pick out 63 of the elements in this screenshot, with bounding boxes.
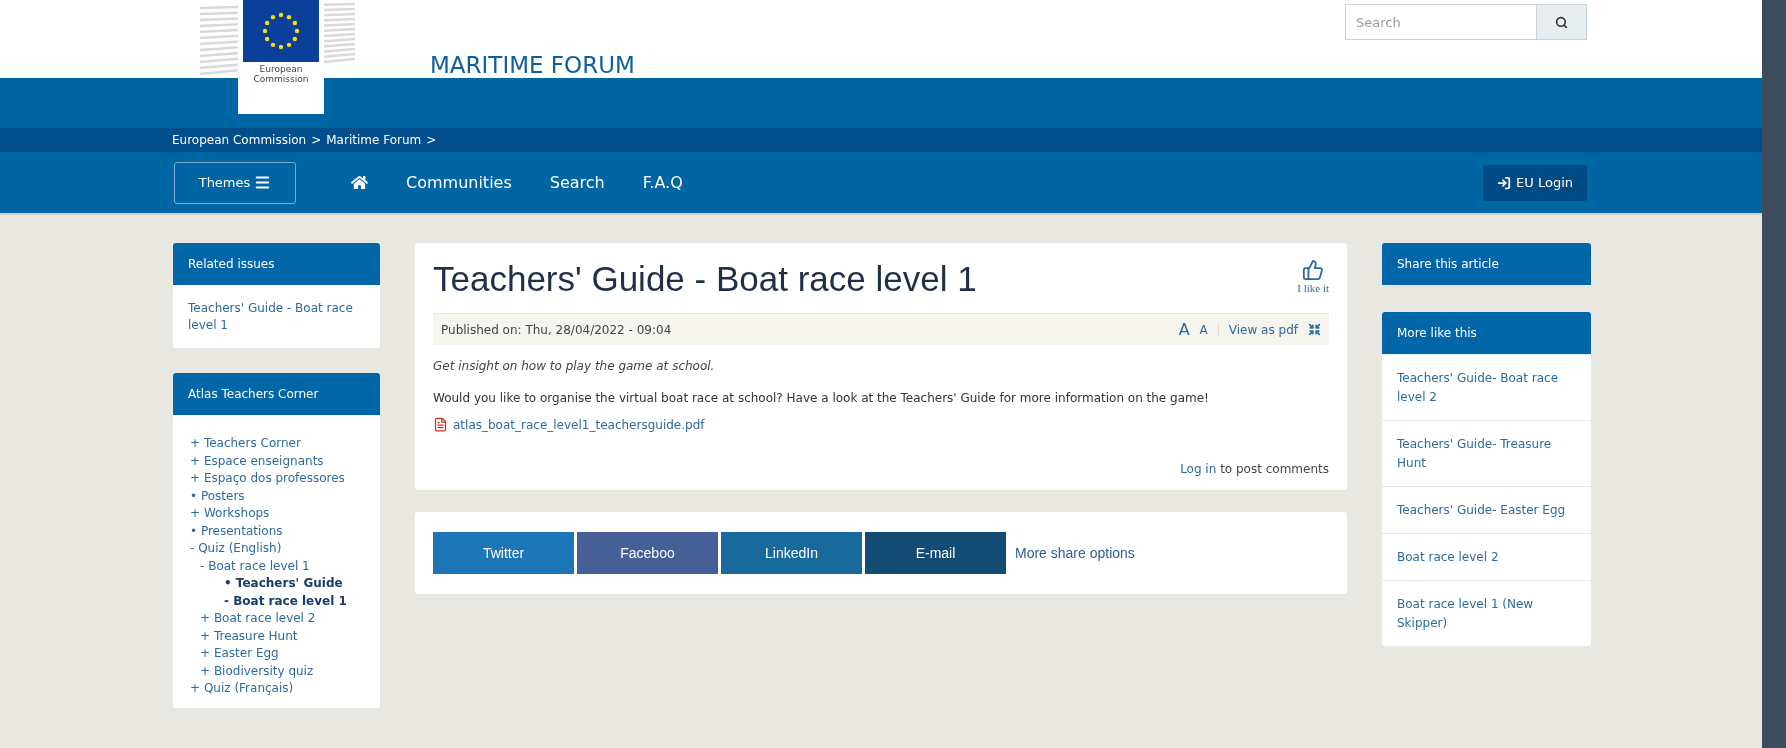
fullscreen-icon[interactable] [1308, 323, 1321, 336]
logo[interactable]: European Commission [238, 0, 324, 114]
tree-link[interactable]: + Workshops [190, 505, 350, 523]
tree-link[interactable]: + Teachers Corner [190, 435, 350, 453]
article-body: Would you like to organise the virtual boat race at school? Have a look at the Teachers' Guide for more information on the game! [433, 391, 1210, 405]
card-header: Share this article [1382, 243, 1591, 285]
card-header: Related issues [173, 243, 380, 285]
tree-link[interactable]: • Posters [190, 487, 350, 505]
tree-link[interactable]: + Boat race level 2 [200, 610, 350, 628]
tree-link[interactable]: + Quiz (Français) [190, 680, 350, 698]
menu-icon [254, 174, 272, 191]
search-field[interactable]: Search [1345, 4, 1537, 40]
breadcrumb-separator: > [311, 133, 322, 147]
font-size-button[interactable]: A [1178, 320, 1190, 339]
home-icon[interactable] [351, 174, 368, 191]
like-button[interactable]: I like it [1297, 259, 1329, 294]
published-date: Published on: Thu, 28/04/2022 - 09:04 [441, 322, 673, 337]
login-icon [1497, 175, 1512, 190]
related-article-link[interactable]: Teachers' Guide- Easter Egg [1382, 486, 1591, 533]
view-pdf-link[interactable]: View as pdf [1217, 322, 1298, 337]
nav-link[interactable]: Communities [406, 173, 512, 192]
card-header: Atlas Teachers Corner [173, 373, 380, 415]
breadcrumb-link[interactable]: Maritime Forum [326, 133, 422, 147]
tree-link[interactable]: • Teachers' Guide - Boat race level 1 [210, 575, 350, 610]
related-article-link[interactable]: Teachers' Guide- Treasure Hunt [1382, 420, 1591, 486]
card-header: More like this [1382, 312, 1591, 354]
related-article-link[interactable]: Teachers' Guide- Boat race level 2 [1382, 354, 1591, 420]
tree-link[interactable]: + Treasure Hunt [200, 627, 350, 645]
tree-link[interactable]: + Espaço dos professores [190, 470, 350, 488]
tree-link[interactable]: + Biodiversity quiz [200, 662, 350, 680]
tree-link[interactable]: - Quiz (English) [190, 540, 350, 558]
font-size-button[interactable]: A [1199, 322, 1208, 337]
tree-link[interactable]: - Boat race level 1 [200, 557, 350, 575]
themes-button[interactable]: Themes [174, 161, 296, 204]
share-button[interactable]: Twitter [433, 532, 574, 574]
share-button[interactable]: E-mail [865, 532, 1006, 574]
breadcrumb-separator: > [426, 133, 437, 147]
site-title: MARITIME FORUM [430, 52, 635, 78]
tree-link[interactable]: + Easter Egg [200, 645, 350, 663]
article-title: Teachers' Guide - Boat race level 1 [433, 259, 977, 299]
nav-link[interactable]: Search [549, 173, 605, 192]
share-button[interactable]: Faceboo [577, 532, 718, 574]
eu-flag-icon [243, 0, 319, 62]
logo-text: European Commission [252, 64, 310, 84]
related-link[interactable]: Teachers' Guide - Boat race level 1 [173, 285, 380, 348]
attachment-link[interactable]: atlas_boat_race_level1_teachersguide.pdf [453, 417, 705, 432]
scrollbar[interactable] [1762, 0, 1786, 748]
nav-link[interactable]: F.A.Q [642, 173, 683, 192]
share-button[interactable]: LinkedIn [721, 532, 862, 574]
login-button[interactable]: EU Login [1483, 164, 1587, 201]
article-summary: Get insight on how to play the game at school. [433, 359, 716, 373]
tree-link[interactable]: • Presentations [190, 522, 350, 540]
pdf-file-icon [433, 417, 448, 432]
search-icon [1555, 15, 1568, 29]
comments-note: Log in to post comments [1179, 462, 1329, 476]
search-button[interactable] [1537, 4, 1587, 40]
related-article-link[interactable]: Boat race level 1 (New Skipper) [1382, 580, 1591, 646]
more-share-link[interactable]: More share options [1015, 545, 1135, 561]
breadcrumb-link[interactable]: European Commission [172, 133, 307, 147]
related-article-link[interactable]: Boat race level 2 [1382, 533, 1591, 580]
tree-link[interactable]: + Espace enseignants [190, 452, 350, 470]
login-link[interactable]: Log in [1180, 462, 1217, 476]
thumbs-up-icon [1302, 259, 1325, 281]
